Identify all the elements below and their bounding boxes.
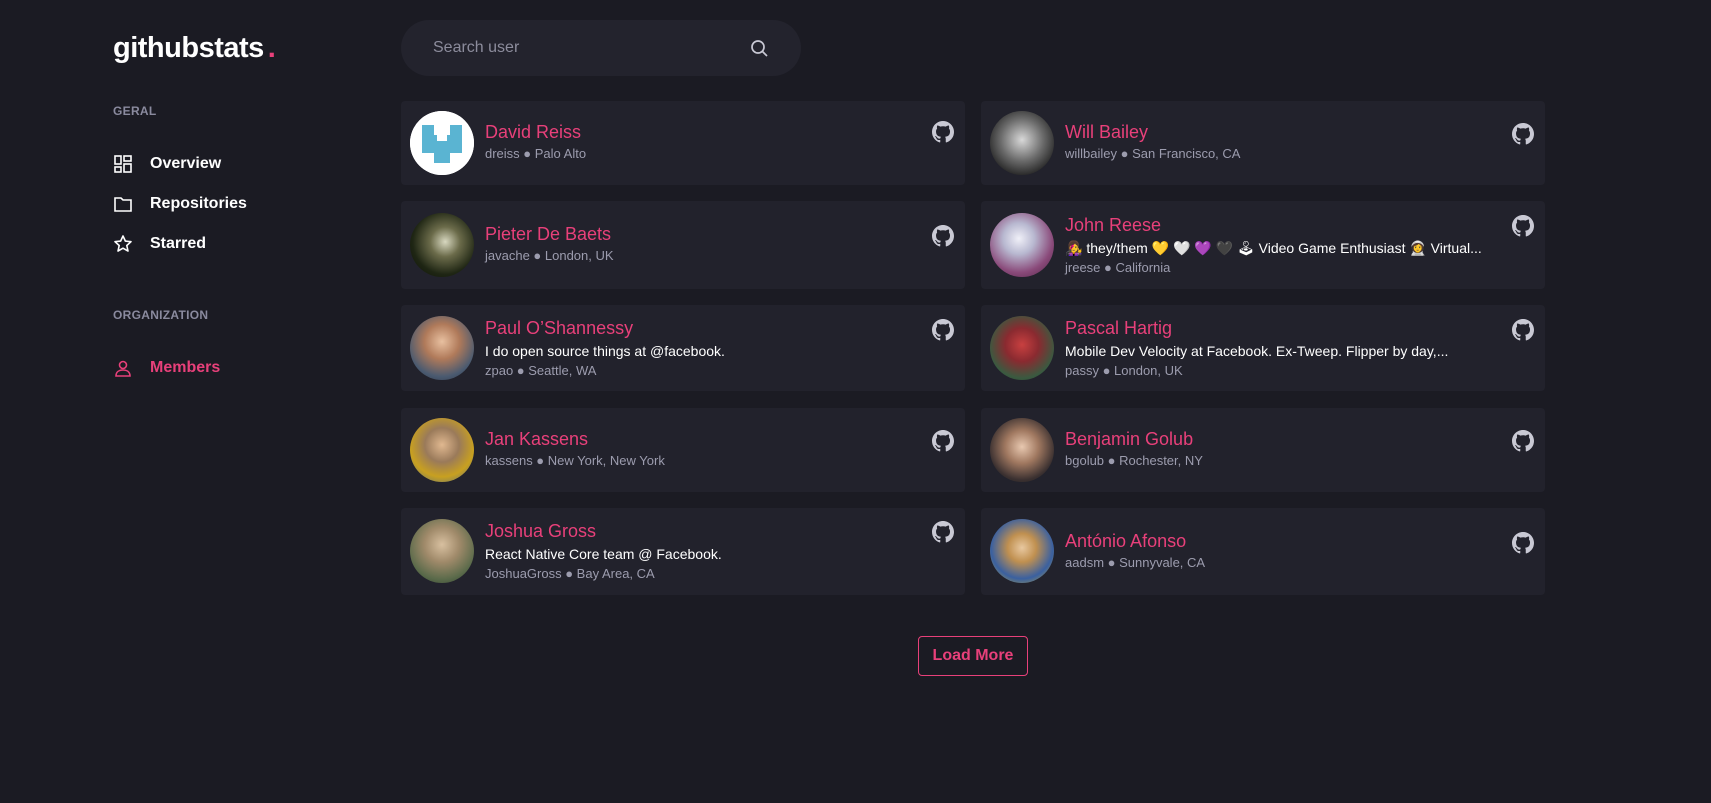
folder-icon (114, 197, 132, 212)
member-info: Joshua Gross React Native Core team @ Fa… (485, 520, 905, 582)
github-icon[interactable] (932, 521, 954, 543)
nav-item-overview[interactable]: Overview (113, 152, 221, 176)
member-meta: willbailey ● San Francisco, CA (1065, 146, 1241, 161)
github-icon[interactable] (1512, 532, 1534, 554)
github-icon[interactable] (1512, 123, 1534, 145)
github-icon[interactable] (1512, 215, 1534, 237)
load-more-button[interactable]: Load More (918, 636, 1028, 676)
member-card[interactable]: Pascal Hartig Mobile Dev Velocity at Fac… (981, 305, 1545, 391)
member-info: Will Bailey willbailey ● San Francisco, … (1065, 121, 1485, 162)
member-name[interactable]: Pieter De Baets (485, 223, 905, 245)
avatar-image (410, 111, 474, 175)
member-info: Jan Kassens kassens ● New York, New York (485, 428, 905, 469)
member-info: David Reiss dreiss ● Palo Alto (485, 121, 905, 162)
avatar (990, 111, 1054, 175)
nav-item-members[interactable]: Members (113, 356, 220, 380)
member-meta: zpao ● Seattle, WA (485, 363, 597, 378)
github-icon[interactable] (932, 225, 954, 247)
member-name[interactable]: Jan Kassens (485, 428, 905, 450)
member-name[interactable]: António Afonso (1065, 530, 1485, 552)
member-bio: React Native Core team @ Facebook. (485, 546, 722, 562)
avatar (990, 418, 1054, 482)
avatar (410, 213, 474, 277)
member-bio: I do open source things at @facebook. (485, 343, 725, 359)
nav-item-repositories[interactable]: Repositories (113, 192, 247, 216)
member-bio: Mobile Dev Velocity at Facebook. Ex-Twee… (1065, 343, 1449, 359)
member-info: John Reese 👩‍🎤 they/them 💛 🤍 💜 🖤 🕹 Video… (1065, 214, 1485, 276)
member-name[interactable]: Will Bailey (1065, 121, 1485, 143)
member-card[interactable]: António Afonso aadsm ● Sunnyvale, CA (981, 508, 1545, 595)
member-info: Pieter De Baets javache ● London, UK (485, 223, 905, 264)
github-icon[interactable] (932, 319, 954, 341)
member-card[interactable]: Paul O’Shannessy I do open source things… (401, 305, 965, 391)
member-name[interactable]: Pascal Hartig (1065, 317, 1485, 339)
github-icon[interactable] (1512, 430, 1534, 452)
user-icon (115, 360, 131, 377)
member-info: Paul O’Shannessy I do open source things… (485, 317, 905, 379)
member-meta: passy ● London, UK (1065, 363, 1183, 378)
member-card[interactable]: David Reiss dreiss ● Palo Alto (401, 101, 965, 185)
member-info: Pascal Hartig Mobile Dev Velocity at Fac… (1065, 317, 1485, 379)
member-meta: jreese ● California (1065, 260, 1171, 275)
member-meta: aadsm ● Sunnyvale, CA (1065, 555, 1206, 570)
member-meta: dreiss ● Palo Alto (485, 146, 587, 161)
github-icon[interactable] (1512, 319, 1534, 341)
member-meta: bgolub ● Rochester, NY (1065, 453, 1203, 468)
member-info: António Afonso aadsm ● Sunnyvale, CA (1065, 530, 1485, 571)
search-icon[interactable] (749, 38, 769, 58)
nav-label-repositories: Repositories (150, 195, 247, 212)
member-card[interactable]: John Reese 👩‍🎤 they/them 💛 🤍 💜 🖤 🕹 Video… (981, 201, 1545, 289)
section-title-general: GERAL (113, 104, 157, 118)
avatar (410, 316, 474, 380)
member-card[interactable]: Will Bailey willbailey ● San Francisco, … (981, 101, 1545, 185)
logo[interactable]: githubstats. (113, 32, 276, 65)
member-card[interactable]: Joshua Gross React Native Core team @ Fa… (401, 508, 965, 595)
avatar (990, 213, 1054, 277)
avatar (410, 519, 474, 583)
github-icon[interactable] (932, 430, 954, 452)
logo-dot: . (267, 32, 276, 64)
member-card[interactable]: Pieter De Baets javache ● London, UK (401, 201, 965, 289)
search-bar (401, 20, 801, 76)
member-name[interactable]: John Reese (1065, 214, 1485, 236)
section-title-organization: ORGANIZATION (113, 308, 209, 322)
nav-label-members: Members (150, 359, 221, 376)
logo-text: githubstats (113, 32, 264, 64)
dashboard-icon (114, 155, 132, 173)
member-name[interactable]: Paul O’Shannessy (485, 317, 905, 339)
app-root: githubstats. GERAL Overview Repositories… (0, 0, 1711, 803)
avatar (990, 316, 1054, 380)
github-icon[interactable] (932, 121, 954, 143)
member-meta: JoshuaGross ● Bay Area, CA (485, 566, 655, 581)
avatar (990, 519, 1054, 583)
nav-label-starred: Starred (150, 235, 207, 252)
member-name[interactable]: Benjamin Golub (1065, 428, 1485, 450)
search-input[interactable] (433, 39, 749, 57)
member-card[interactable]: Jan Kassens kassens ● New York, New York (401, 408, 965, 492)
nav-item-starred[interactable]: Starred (113, 232, 206, 256)
member-meta: kassens ● New York, New York (485, 453, 665, 468)
member-info: Benjamin Golub bgolub ● Rochester, NY (1065, 428, 1485, 469)
member-bio: 👩‍🎤 they/them 💛 🤍 💜 🖤 🕹 Video Game Enthu… (1065, 240, 1482, 256)
avatar (410, 418, 474, 482)
member-name[interactable]: Joshua Gross (485, 520, 905, 542)
avatar (410, 111, 474, 175)
nav-label-overview: Overview (150, 155, 222, 172)
member-meta: javache ● London, UK (485, 248, 614, 263)
member-name[interactable]: David Reiss (485, 121, 905, 143)
member-card[interactable]: Benjamin Golub bgolub ● Rochester, NY (981, 408, 1545, 492)
star-icon (114, 235, 132, 252)
